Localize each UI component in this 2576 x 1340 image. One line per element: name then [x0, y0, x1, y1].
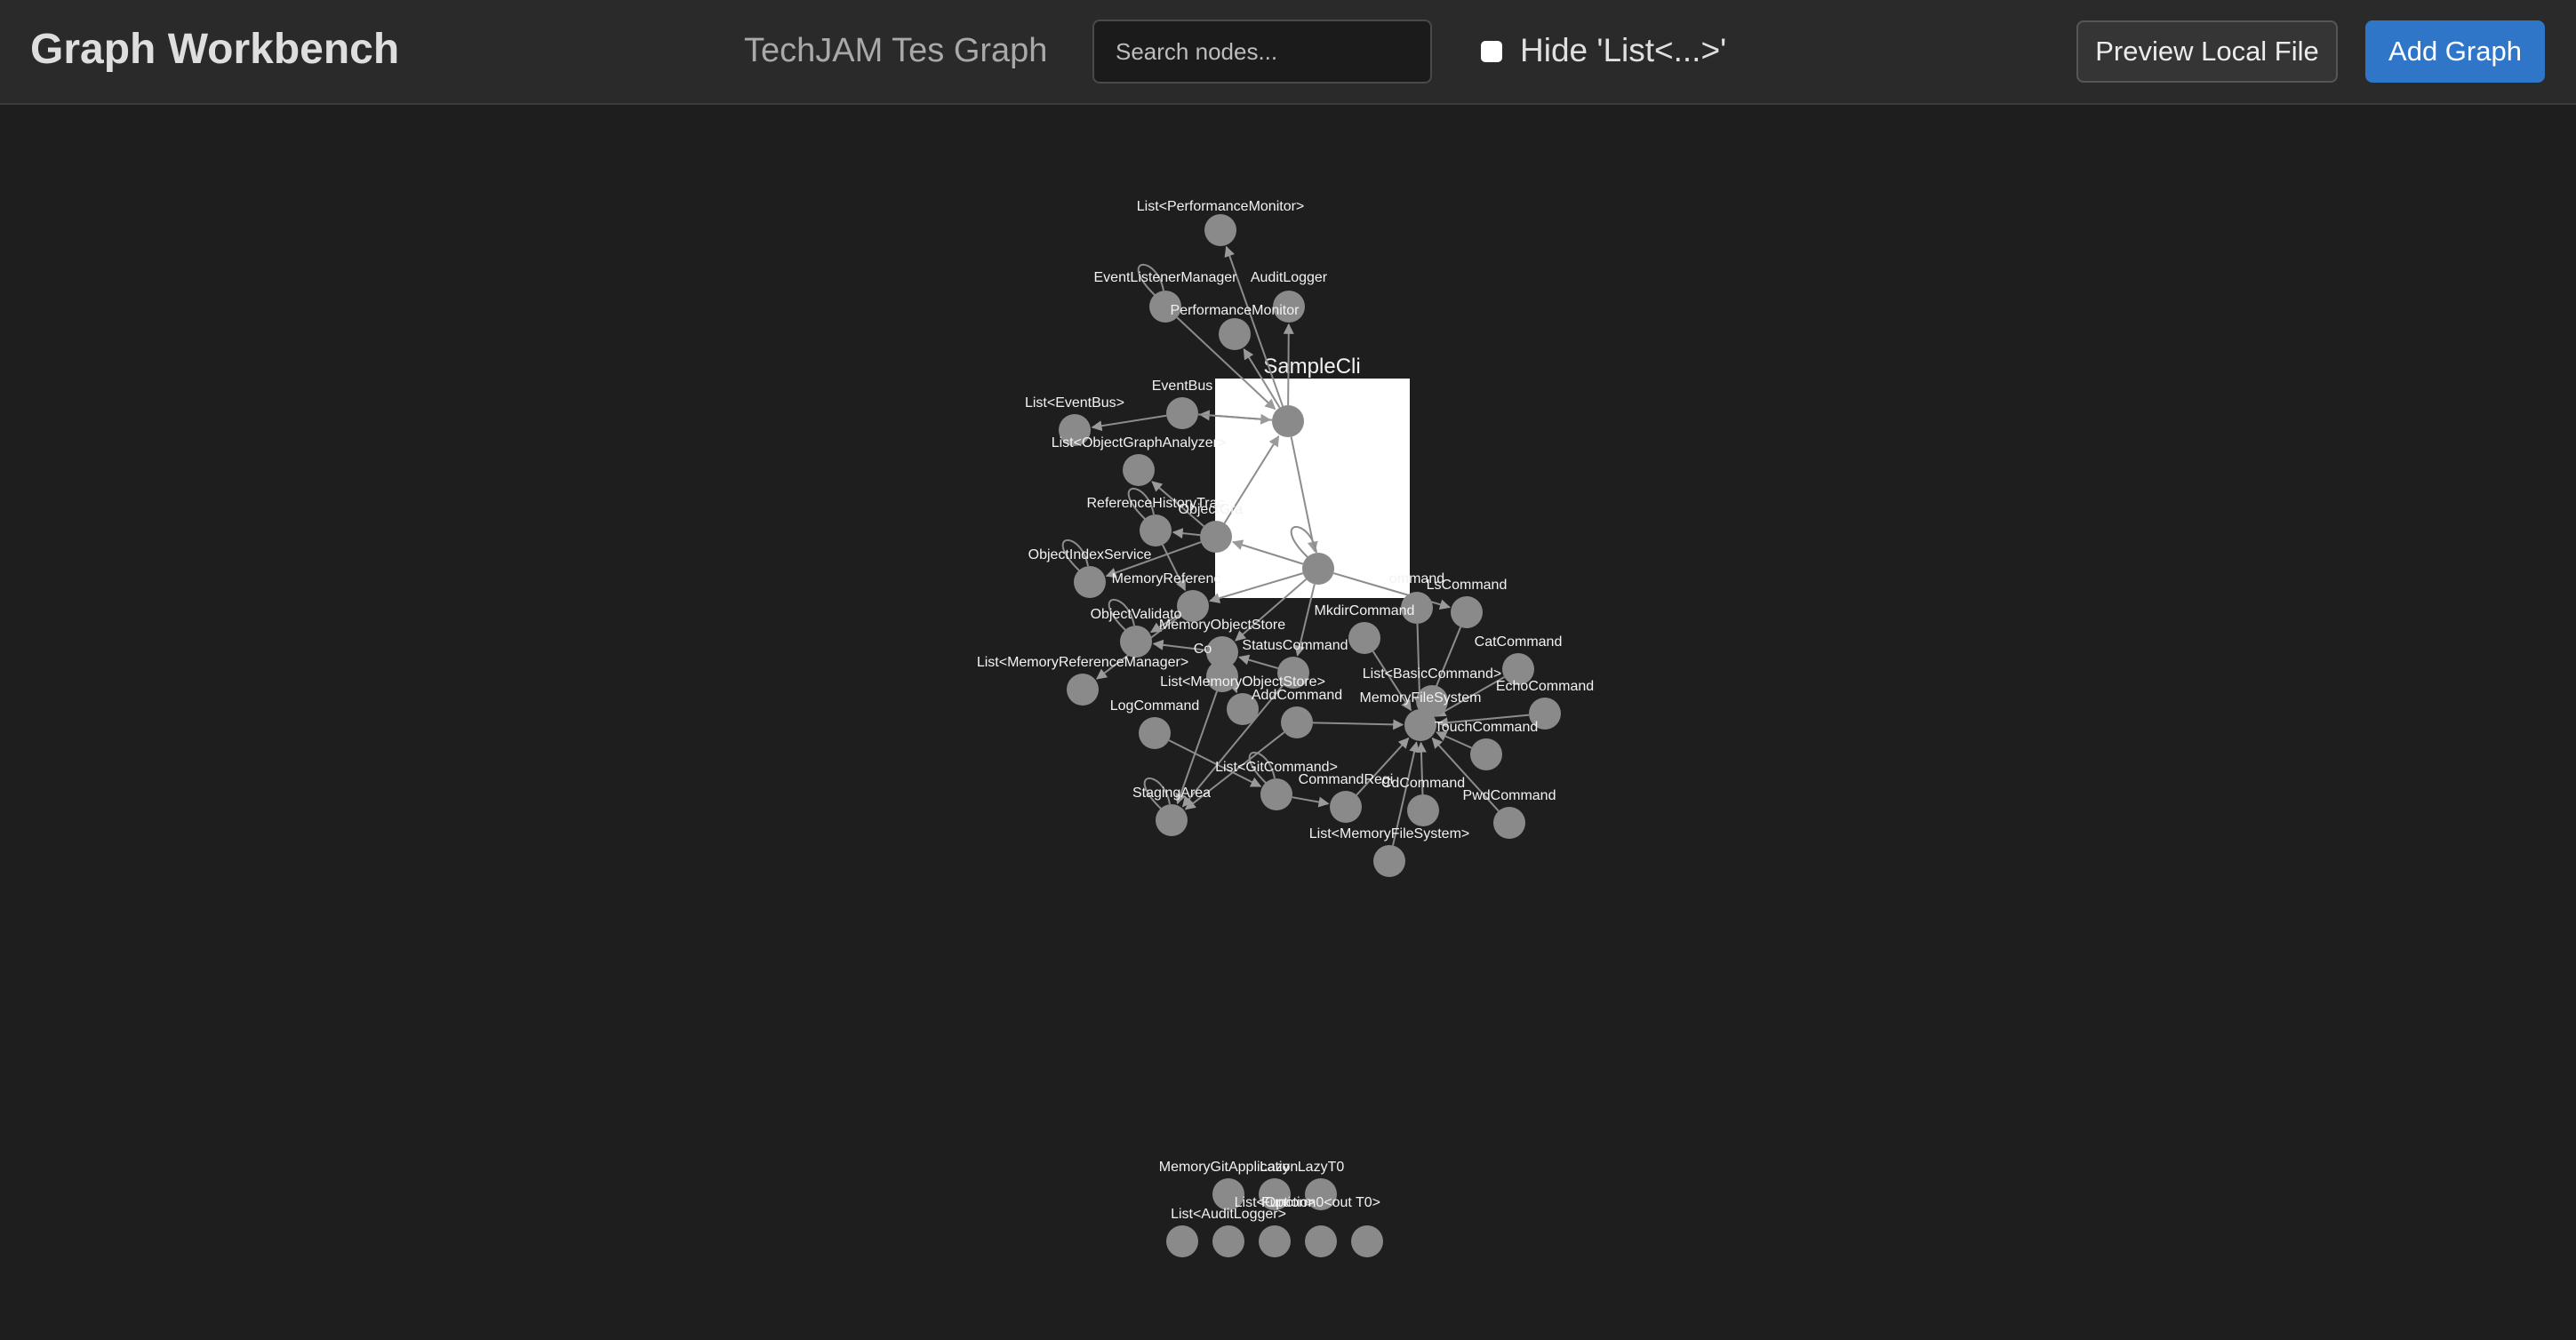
node-circle[interactable]: [1139, 717, 1171, 749]
node-circle[interactable]: [1120, 626, 1152, 658]
node-circle[interactable]: [1305, 1225, 1337, 1257]
graph-node-touchcommand[interactable]: TouchCommand: [1435, 720, 1539, 770]
node-label: ObjectGra: [1179, 502, 1244, 517]
node-label: EventBus: [1152, 379, 1212, 394]
node-label: MkdirCommand: [1315, 603, 1415, 618]
app-title: Graph Workbench: [30, 26, 400, 73]
node-label: List<MemoryFileSystem>: [1309, 826, 1470, 841]
graph-node-stagingarea[interactable]: StagingArea: [1132, 786, 1211, 836]
node-circle[interactable]: [1200, 521, 1232, 553]
graph-canvas[interactable]: SampleCli List<PerformanceMonitor> EventL…: [0, 107, 2576, 1340]
node-label: List<BasicCommand>: [1363, 666, 1502, 682]
node-label: AuditLogger: [1251, 270, 1328, 285]
graph-node-list-memoryfilesystem[interactable]: List<MemoryFileSystem>: [1309, 826, 1470, 877]
edge-eventbus-to-list-eventbus: [1091, 414, 1167, 432]
node-circle[interactable]: [1140, 514, 1172, 546]
add-graph-button[interactable]: Add Graph: [2365, 20, 2545, 83]
graph-node-isolated6[interactable]: [1351, 1225, 1383, 1257]
edge-objectgraph-to-referencehistorytracker: [1172, 528, 1201, 539]
node-label: CdCommand: [1381, 776, 1465, 791]
node-label: MemoryFileSystem: [1360, 690, 1482, 706]
node-label: LogCommand: [1110, 698, 1200, 714]
preview-local-file-button[interactable]: Preview Local File: [2076, 20, 2338, 83]
node-circle[interactable]: [1074, 566, 1106, 598]
node-label: MemoryReferenc: [1112, 571, 1221, 586]
node-label: PwdCommand: [1463, 788, 1556, 803]
edge-sampleclitop-to-auditlogger: [1283, 323, 1294, 406]
graph-node-list-objectgraphanalyzer[interactable]: List<ObjectGraphAnalyzer>: [1052, 435, 1227, 486]
node-circle[interactable]: [1156, 804, 1188, 836]
node-circle[interactable]: [1259, 1225, 1291, 1257]
node-circle[interactable]: [1272, 405, 1304, 437]
graph-node-eventbus[interactable]: EventBus: [1152, 379, 1212, 429]
node-circle[interactable]: [1123, 454, 1155, 486]
node-label: List<ObjectGraphAnalyzer>: [1052, 435, 1227, 451]
node-circle[interactable]: [1330, 791, 1362, 823]
node-label: ommand: [1389, 571, 1444, 586]
node-circle[interactable]: [1407, 794, 1439, 826]
node-circle[interactable]: [1302, 553, 1334, 585]
node-circle[interactable]: [1281, 706, 1313, 738]
graph-node-logcommand[interactable]: LogCommand: [1110, 698, 1200, 749]
node-circle[interactable]: [1067, 674, 1099, 706]
node-label: EventListenerManager: [1094, 270, 1238, 285]
node-circle[interactable]: [1493, 807, 1525, 839]
node-label: List<MemoryReferenceManager>: [977, 655, 1188, 670]
graph-node-pwdcommand[interactable]: PwdCommand: [1463, 788, 1556, 839]
graph-node-isolated5[interactable]: [1166, 1225, 1198, 1257]
graph-node-performancemonitor[interactable]: PerformanceMonitor: [1171, 303, 1300, 350]
node-circle[interactable]: [1166, 397, 1198, 429]
node-label: TouchCommand: [1435, 720, 1539, 735]
edge-addcommand-to-memoryfilesystem: [1312, 719, 1404, 730]
node-label: List<EventBus>: [1025, 395, 1124, 411]
graph-node-commandregistry[interactable]: CommandRegi: [1299, 772, 1394, 823]
node-label: CommandRegi: [1299, 772, 1394, 787]
node-label: ObjectIndexService: [1028, 547, 1152, 562]
node-label: AddCommand: [1252, 688, 1342, 703]
node-label: Lazy: [1260, 1160, 1290, 1175]
node-circle[interactable]: [1373, 845, 1405, 877]
node-circle[interactable]: [1212, 1225, 1244, 1257]
hide-list-checkbox[interactable]: [1481, 41, 1502, 62]
node-circle[interactable]: [1166, 1225, 1198, 1257]
graph-node-cdcommand[interactable]: CdCommand: [1381, 776, 1465, 826]
edge-statuscommand-to-memoryobjectstore: [1238, 654, 1278, 669]
node-circle[interactable]: [1470, 738, 1502, 770]
node-label: PerformanceMonitor: [1171, 303, 1300, 318]
hide-list-label[interactable]: Hide 'List<...>': [1520, 32, 1726, 69]
graph-node-sampleclitop[interactable]: [1272, 405, 1304, 437]
node-circle[interactable]: [1219, 318, 1251, 350]
node-label: StatusCommand: [1242, 638, 1348, 653]
node-label: List<PerformanceMonitor>: [1137, 199, 1305, 214]
node-circle[interactable]: [1204, 214, 1236, 246]
node-circle[interactable]: [1348, 622, 1380, 654]
search-input[interactable]: [1092, 20, 1432, 84]
node-circle[interactable]: [1451, 596, 1483, 628]
top-toolbar: Graph Workbench TechJAM Tes Graph Hide '…: [0, 0, 2576, 105]
node-label: StagingArea: [1132, 786, 1211, 801]
node-label: EchoCommand: [1496, 679, 1594, 694]
graph-node-list-performancemonitor[interactable]: List<PerformanceMonitor>: [1137, 199, 1305, 246]
graph-node-addcommand[interactable]: AddCommand: [1252, 688, 1342, 738]
node-circle[interactable]: [1404, 709, 1436, 741]
node-label: List<AuditLogger>: [1171, 1207, 1286, 1222]
node-label: LazyT0: [1298, 1160, 1345, 1175]
node-label: Co: [1194, 642, 1212, 657]
graph-node-sampleclibottom[interactable]: [1302, 553, 1334, 585]
node-circle[interactable]: [1351, 1225, 1383, 1257]
edge-list-gitcommand-to-commandregistry: [1292, 796, 1330, 808]
cluster-label: SampleCli: [1263, 355, 1360, 379]
node-circle[interactable]: [1260, 778, 1292, 810]
node-label: CatCommand: [1475, 634, 1563, 650]
node-label: MemoryObjectStore: [1159, 618, 1285, 633]
graph-name: TechJAM Tes Graph: [744, 32, 1048, 69]
